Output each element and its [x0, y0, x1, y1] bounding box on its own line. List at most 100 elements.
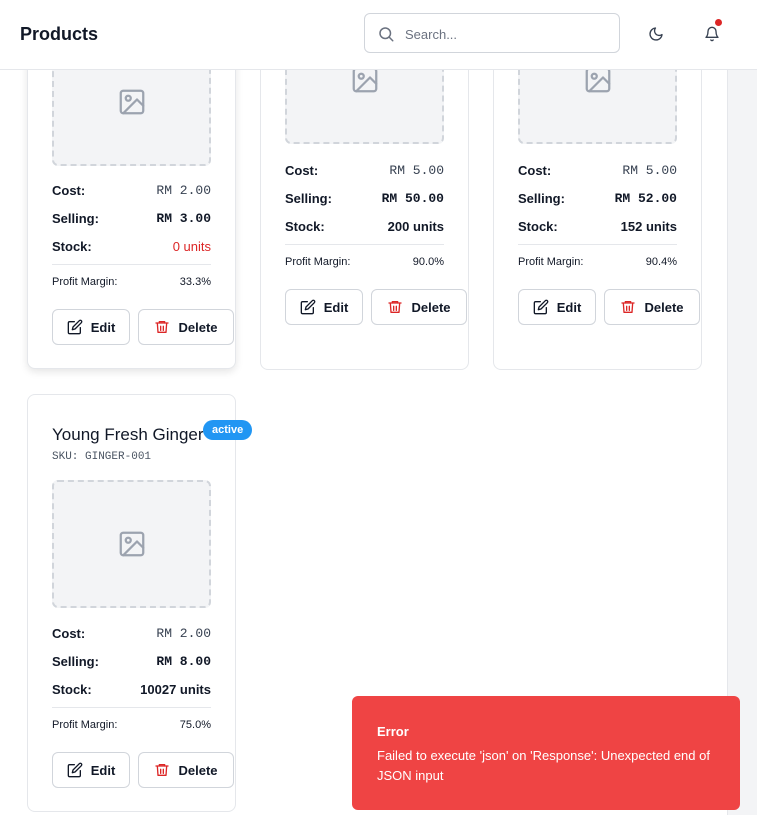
profit-margin-value: 90.0%: [412, 256, 444, 268]
stock-label: Stock:: [518, 218, 558, 234]
theme-toggle-button[interactable]: [640, 18, 672, 50]
edit-icon: [300, 299, 316, 315]
selling-value: RM 8.00: [156, 653, 211, 669]
edit-icon: [533, 299, 549, 315]
cost-label: Cost:: [52, 625, 86, 641]
selling-row: Selling: RM 50.00: [285, 188, 444, 208]
delete-button[interactable]: Delete: [371, 289, 467, 325]
cost-value: RM 5.00: [389, 162, 444, 178]
trash-icon: [388, 301, 403, 313]
stock-row: Stock: 10027 units: [52, 679, 211, 699]
products-page: Cost: RM 2.00 Selling: RM 3.00 Stock: 0 …: [0, 0, 757, 815]
selling-row: Selling: RM 52.00: [518, 188, 677, 208]
delete-label: Delete: [178, 319, 218, 335]
cost-label: Cost:: [518, 162, 552, 178]
selling-label: Selling:: [52, 210, 99, 226]
moon-icon: [649, 27, 663, 41]
delete-button[interactable]: Delete: [604, 289, 700, 325]
edit-label: Edit: [323, 299, 349, 315]
product-card: Cost: RM 5.00 Selling: RM 50.00 Stock: 2…: [260, 70, 469, 370]
profit-margin-label: Profit Margin:: [518, 256, 584, 268]
product-image-placeholder: [518, 70, 677, 144]
product-sku: SKU: GINGER-001: [52, 451, 152, 463]
edit-button[interactable]: Edit: [52, 309, 130, 345]
image-icon: [585, 70, 610, 93]
search-icon: [379, 27, 394, 42]
product-card: Young Fresh Ginger active SKU: GINGER-00…: [27, 394, 253, 812]
selling-row: Selling: RM 3.00: [52, 208, 211, 228]
top-bar: Products: [0, 0, 757, 70]
edit-label: Edit: [556, 299, 582, 315]
trash-icon: [621, 301, 636, 313]
delete-button[interactable]: Delete: [138, 752, 234, 788]
cost-row: Cost: RM 2.00: [52, 623, 211, 643]
stock-value: 200 units: [387, 218, 444, 234]
trash-icon: [155, 321, 170, 333]
profit-margin-value: 90.4%: [645, 256, 677, 268]
cost-value: RM 2.00: [156, 625, 211, 641]
search-box[interactable]: [364, 13, 620, 53]
profit-margin-value: 33.3%: [179, 276, 211, 288]
stock-label: Stock:: [52, 238, 92, 254]
profit-margin-label: Profit Margin:: [52, 276, 118, 288]
profit-margin-label: Profit Margin:: [285, 256, 351, 268]
selling-label: Selling:: [285, 190, 332, 206]
product-image-placeholder: [285, 70, 444, 144]
profit-margin-value: 75.0%: [179, 719, 211, 731]
cost-value: RM 2.00: [156, 182, 211, 198]
selling-label: Selling:: [518, 190, 565, 206]
stock-label: Stock:: [285, 218, 325, 234]
selling-value: RM 3.00: [156, 210, 211, 226]
stock-row: Stock: 0 units: [52, 236, 211, 256]
toast-title: Error: [377, 724, 409, 739]
notifications-button[interactable]: [696, 18, 728, 50]
stock-value: 0 units: [172, 238, 211, 254]
profit-margin-row: Profit Margin: 75.0%: [52, 715, 211, 735]
stock-row: Stock: 152 units: [518, 216, 677, 236]
divider: [52, 264, 211, 265]
status-badge: active: [203, 420, 253, 440]
divider: [52, 707, 211, 708]
delete-label: Delete: [644, 299, 684, 315]
product-name: Young Fresh Ginger: [52, 425, 204, 444]
divider: [285, 244, 444, 245]
stock-value: 10027 units: [140, 681, 211, 697]
edit-button[interactable]: Edit: [52, 752, 130, 788]
cost-label: Cost:: [285, 162, 319, 178]
error-toast[interactable]: Error Failed to execute 'json' on 'Respo…: [352, 696, 740, 810]
image-icon: [119, 531, 144, 557]
product-card: Cost: RM 2.00 Selling: RM 3.00 Stock: 0 …: [27, 70, 236, 369]
profit-margin-row: Profit Margin: 90.4%: [518, 252, 677, 272]
cost-row: Cost: RM 2.00: [52, 180, 211, 200]
delete-label: Delete: [178, 762, 218, 778]
search-input[interactable]: [405, 22, 605, 46]
edit-label: Edit: [90, 319, 116, 335]
selling-value: RM 50.00: [381, 190, 444, 206]
edit-button[interactable]: Edit: [518, 289, 596, 325]
divider: [518, 244, 677, 245]
notification-dot: [715, 19, 722, 26]
cost-row: Cost: RM 5.00: [518, 160, 677, 180]
profit-margin-row: Profit Margin: 33.3%: [52, 272, 211, 292]
page-title: Products: [20, 24, 99, 44]
product-image-placeholder: [52, 70, 211, 166]
cost-row: Cost: RM 5.00: [285, 160, 444, 180]
delete-button[interactable]: Delete: [138, 309, 234, 345]
profit-margin-label: Profit Margin:: [52, 719, 118, 731]
selling-value: RM 52.00: [614, 190, 677, 206]
edit-button[interactable]: Edit: [285, 289, 363, 325]
product-image-placeholder: [52, 480, 211, 608]
selling-label: Selling:: [52, 653, 99, 669]
image-icon: [352, 70, 377, 93]
toast-message: Failed to execute 'json' on 'Response': …: [377, 748, 710, 783]
image-icon: [119, 89, 144, 115]
trash-icon: [155, 764, 170, 776]
stock-value: 152 units: [620, 218, 677, 234]
edit-icon: [67, 762, 83, 778]
delete-label: Delete: [411, 299, 451, 315]
bell-icon: [705, 26, 719, 42]
stock-row: Stock: 200 units: [285, 216, 444, 236]
edit-label: Edit: [90, 762, 116, 778]
product-card: Cost: RM 5.00 Selling: RM 52.00 Stock: 1…: [493, 70, 702, 370]
cost-label: Cost:: [52, 182, 86, 198]
